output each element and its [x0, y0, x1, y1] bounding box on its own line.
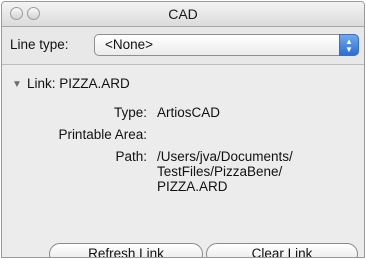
title-bar: CAD [2, 2, 364, 27]
line-type-select[interactable]: <None> ▲ ▼ [94, 34, 359, 56]
printable-area-label: Printable Area: [58, 127, 147, 142]
clear-link-button[interactable]: Clear Link [206, 243, 358, 257]
line-type-row: Line type: <None> ▲ ▼ [2, 27, 364, 65]
link-header: Link: PIZZA.ARD [27, 76, 130, 91]
line-type-label: Line type: [10, 37, 69, 52]
type-label: Type: [113, 105, 147, 120]
line-type-selected-value: <None> [105, 37, 154, 52]
path-value: /Users/jva/Documents/ TestFiles/PizzaBen… [157, 149, 293, 194]
path-label: Path: [115, 149, 147, 164]
disclosure-triangle-icon[interactable]: ▼ [12, 79, 22, 90]
window-title: CAD [168, 6, 198, 22]
popup-arrows-icon[interactable]: ▲ ▼ [339, 34, 359, 56]
refresh-link-button[interactable]: Refresh Link [49, 243, 203, 257]
cad-panel-window: CAD Line type: <None> ▲ ▼ ▼ Link: PIZZA.A… [1, 1, 365, 258]
type-value: ArtiosCAD [157, 105, 221, 120]
link-info-panel: ▼ Link: PIZZA.ARD Type: ArtiosCAD Printa… [2, 65, 364, 257]
